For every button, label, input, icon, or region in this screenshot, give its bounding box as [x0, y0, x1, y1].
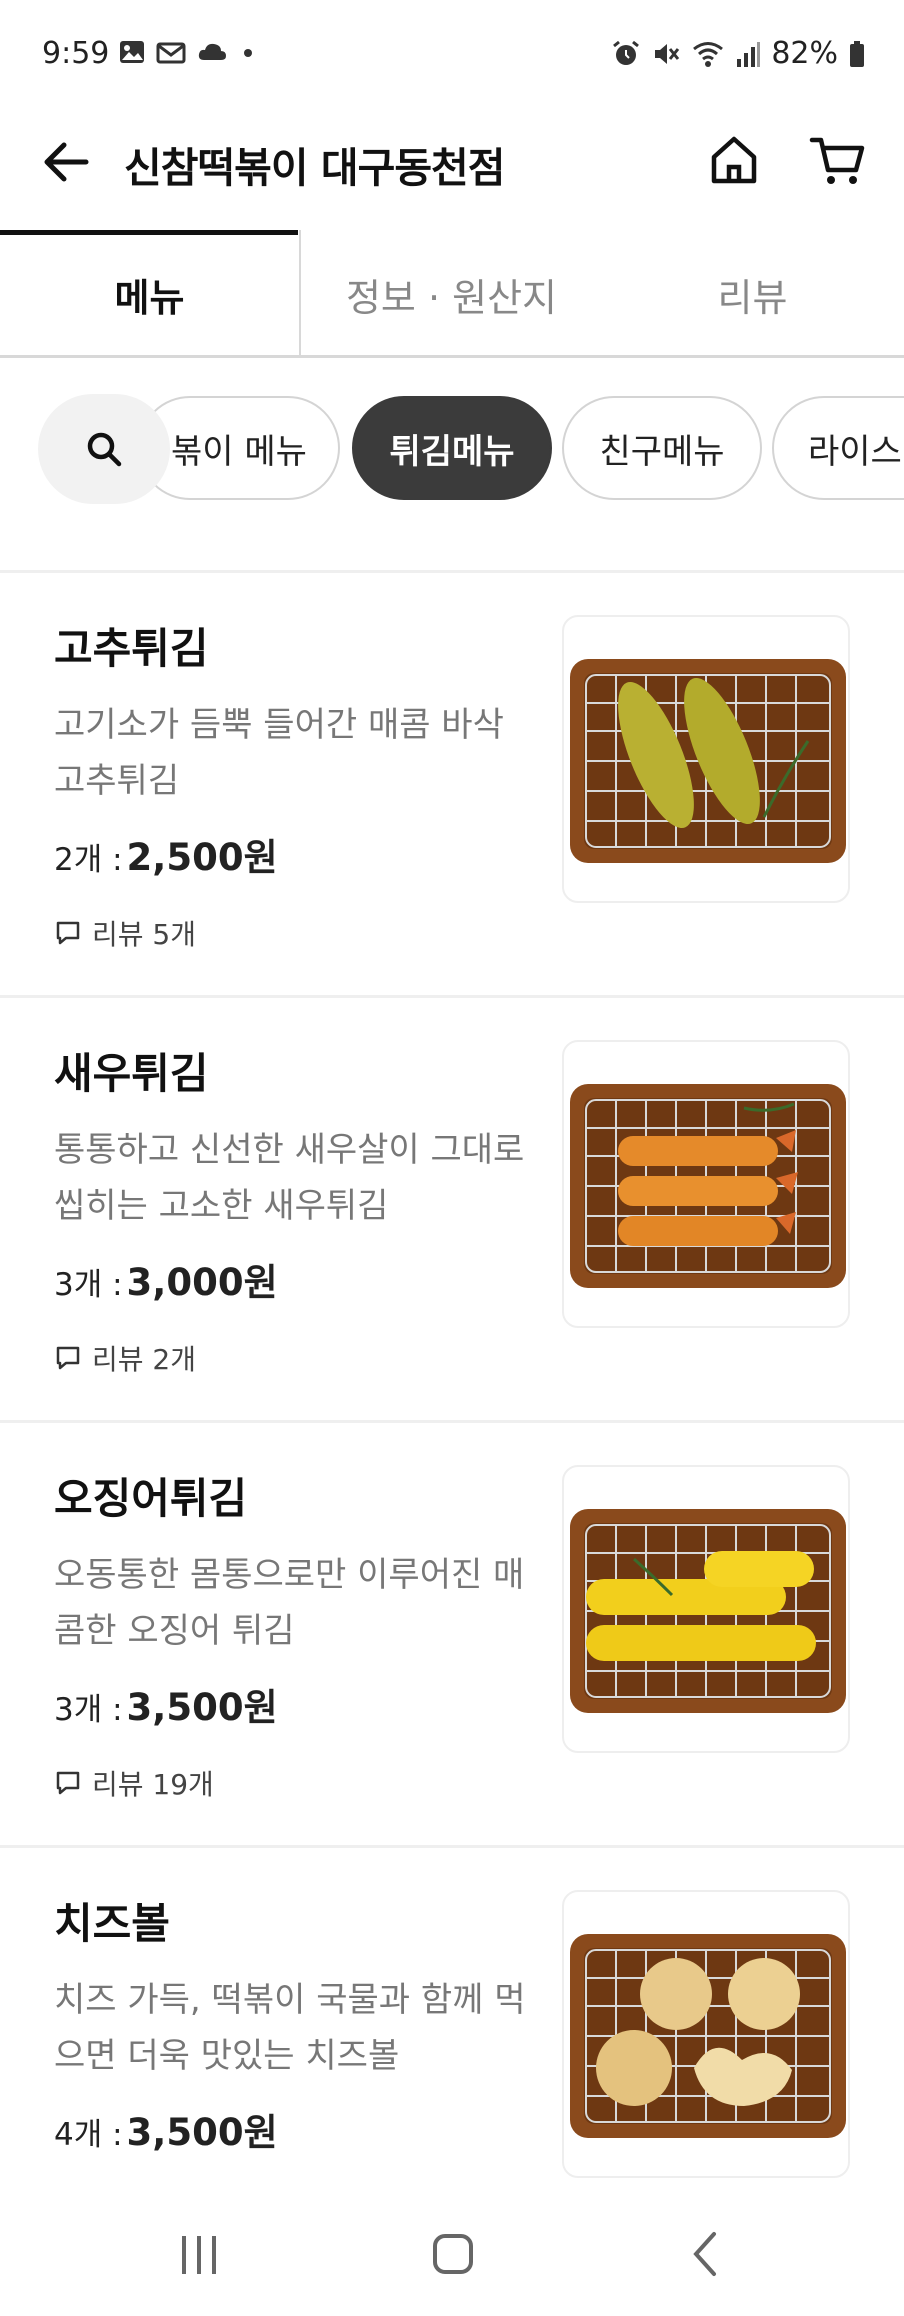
menu-item-description: 통통하고 신선한 새우살이 그대로 씹히는 고소한 새우튀김	[54, 1130, 525, 1226]
menu-item-qty: 4개 :	[54, 2117, 123, 2153]
menu-item-price-value: 3,000원	[126, 1261, 278, 1304]
menu-item-name: 새우튀김	[54, 1049, 209, 1098]
category-chip-friend[interactable]: 친구메뉴	[562, 396, 762, 500]
battery-icon	[850, 40, 864, 67]
menu-item-price: 3개 : 3,500원	[54, 1677, 278, 1731]
tab-info-label: 정보 · 원산지	[345, 275, 558, 320]
menu-item-image-fried-shrimp[interactable]	[562, 1040, 850, 1328]
category-chips: 볶이 메뉴 튀김메뉴 친구메뉴 라이스	[0, 390, 904, 510]
menu-item-reviews: 리뷰 2개	[54, 1338, 196, 1378]
signal-icon	[737, 41, 761, 67]
mute-icon	[655, 43, 680, 64]
back-button[interactable]	[36, 132, 96, 192]
battery-percent: 82%	[771, 36, 838, 71]
menu-item-reviews: 리뷰 5개	[54, 913, 196, 953]
alarm-icon	[613, 40, 640, 65]
menu-item-description: 고기소가 듬뿍 들어간 매콤 바삭 고추튀김	[54, 705, 504, 801]
menu-item-image-fried-pepper[interactable]	[562, 615, 850, 903]
comment-icon	[56, 921, 80, 945]
back-nav-icon	[693, 2232, 716, 2276]
menu-item-price-value: 3,500원	[126, 1686, 278, 1729]
comment-icon	[56, 1771, 80, 1795]
store-tabs: 메뉴 정보 · 원산지 리뷰	[0, 230, 904, 358]
menu-item[interactable]: 오징어튀김 오동통한 몸통으로만 이루어진 매콤한 오징어 튀김 3개 : 3,…	[0, 1420, 904, 1845]
recents-icon	[182, 2236, 216, 2274]
menu-item-name: 오징어튀김	[54, 1474, 248, 1523]
menu-item-price-value: 2,500원	[126, 836, 278, 879]
status-left-icons	[118, 38, 258, 66]
menu-item-qty: 3개 :	[54, 1692, 123, 1728]
category-chip-rice[interactable]: 라이스	[772, 396, 904, 500]
category-chip-label: 볶이 메뉴	[171, 431, 307, 472]
home-button[interactable]	[704, 130, 764, 190]
system-nav-bar	[0, 2200, 904, 2316]
menu-item-price: 4개 : 3,500원	[54, 2102, 278, 2156]
menu-item-qty: 3개 :	[54, 1267, 123, 1303]
menu-item-description: 오동통한 몸통으로만 이루어진 매콤한 오징어 튀김	[54, 1555, 525, 1651]
menu-item-review-count: 리뷰 19개	[92, 1768, 214, 1801]
cloud-icon	[198, 43, 226, 60]
category-chip-label: 친구메뉴	[599, 431, 725, 472]
menu-item-price: 2개 : 2,500원	[54, 827, 278, 881]
image-icon	[120, 41, 144, 63]
menu-item[interactable]: 새우튀김 통통하고 신선한 새우살이 그대로 씹히는 고소한 새우튀김 3개 :…	[0, 995, 904, 1420]
menu-item-image-fried-squid[interactable]	[562, 1465, 850, 1753]
status-bar: 9:59 82%	[0, 0, 904, 110]
tab-menu-label: 메뉴	[114, 275, 185, 320]
cart-icon	[809, 137, 865, 184]
wifi-icon	[693, 41, 724, 67]
dot-icon	[244, 49, 252, 57]
menu-item-reviews: 리뷰 19개	[54, 1763, 214, 1803]
back-arrow-icon	[44, 142, 89, 182]
category-chip-label: 라이스	[808, 431, 902, 472]
mail-icon	[156, 42, 186, 64]
tab-reviews[interactable]: 리뷰	[602, 230, 903, 358]
menu-item-price-value: 3,500원	[126, 2111, 278, 2154]
search-icon	[87, 432, 122, 467]
menu-item-name: 치즈볼	[54, 1899, 170, 1948]
menu-item-qty: 2개 :	[54, 842, 123, 878]
home-nav-icon	[433, 2234, 473, 2274]
category-chip-label: 튀김메뉴	[389, 431, 515, 472]
recents-button[interactable]	[164, 2224, 234, 2284]
menu-item-name: 고추튀김	[54, 624, 209, 673]
status-right-icons: 82%	[611, 36, 866, 71]
app-header: 신참떡볶이 대구동천점	[0, 110, 904, 230]
home-icon	[711, 136, 757, 184]
menu-list: 고추튀김 고기소가 듬뿍 들어간 매콤 바삭 고추튀김 2개 : 2,500원 …	[0, 570, 904, 2270]
menu-item-review-count: 리뷰 5개	[92, 918, 196, 951]
comment-icon	[56, 1346, 80, 1370]
tab-info[interactable]: 정보 · 원산지	[301, 230, 602, 358]
cart-button[interactable]	[808, 130, 868, 190]
home-nav-button[interactable]	[418, 2224, 488, 2284]
menu-item[interactable]: 고추튀김 고기소가 듬뿍 들어간 매콤 바삭 고추튀김 2개 : 2,500원 …	[0, 570, 904, 995]
menu-search-button[interactable]	[38, 394, 170, 504]
tab-reviews-label: 리뷰	[717, 275, 788, 320]
status-time: 9:59	[42, 36, 110, 71]
category-chip-fried[interactable]: 튀김메뉴	[352, 396, 552, 500]
tab-menu[interactable]: 메뉴	[0, 230, 301, 358]
menu-item-price: 3개 : 3,000원	[54, 1252, 278, 1306]
back-nav-button[interactable]	[670, 2224, 740, 2284]
menu-item-description: 치즈 가득, 떡볶이 국물과 함께 먹으면 더욱 맛있는 치즈볼	[54, 1980, 526, 2076]
menu-item-image-cheese-ball[interactable]	[562, 1890, 850, 2178]
page-title: 신참떡볶이 대구동천점	[124, 144, 505, 192]
menu-item-review-count: 리뷰 2개	[92, 1343, 196, 1376]
